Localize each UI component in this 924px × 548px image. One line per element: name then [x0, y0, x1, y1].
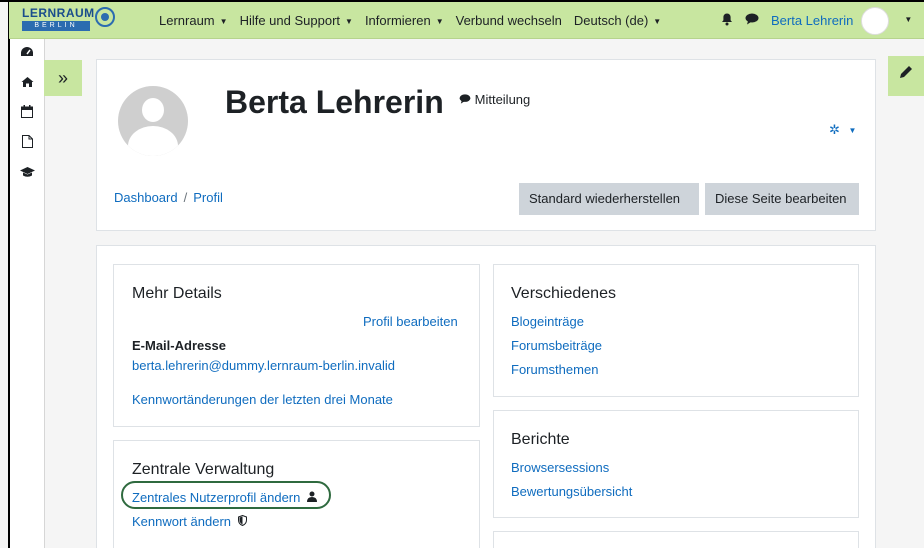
calendar-icon[interactable]: [10, 99, 44, 129]
browser-sessions-link[interactable]: Browsersessions: [511, 460, 609, 475]
admin-title: Zentrale Verwaltung: [132, 461, 275, 478]
lernraum-logo[interactable]: LERNRAUM BERLIN: [22, 6, 115, 34]
edit-profile-link[interactable]: Profil bearbeiten: [363, 314, 458, 329]
details-title: Mehr Details: [132, 285, 222, 302]
forum-topics-link[interactable]: Forumsthemen: [511, 362, 598, 377]
forum-posts-link[interactable]: Forumsbeiträge: [511, 338, 602, 353]
dashboard-icon[interactable]: [10, 39, 44, 69]
email-label: E-Mail-Adresse: [132, 338, 226, 353]
left-sidebar: [10, 39, 45, 548]
reports-card: Berichte Browsersessions Bewertungsübers…: [493, 410, 859, 518]
logo-text: LERNRAUM: [22, 6, 95, 20]
file-icon[interactable]: [10, 129, 44, 159]
change-password-label: Kennwort ändern: [132, 514, 232, 529]
graduation-cap-icon[interactable]: [10, 159, 44, 189]
menu-hilfe-und-support[interactable]: Hilfe und Support ▼: [240, 13, 353, 28]
caret-down-icon: ▼: [345, 17, 353, 26]
home-icon[interactable]: [10, 69, 44, 99]
caret-down-icon[interactable]: ▼: [904, 15, 912, 24]
details-card: Mehr Details Profil bearbeiten E-Mail-Ad…: [113, 264, 480, 427]
misc-card: Verschiedenes Blogeinträge Forumsbeiträg…: [493, 264, 859, 397]
menu-language[interactable]: Deutsch (de) ▼: [574, 13, 661, 28]
chevron-double-right-icon: »: [57, 68, 68, 88]
page-header: Berta Lehrerin Mitteilung ✲ ▼ Dashboard /…: [96, 59, 876, 231]
settings-menu[interactable]: ✲ ▼: [829, 122, 856, 138]
message-label: Mitteilung: [474, 92, 531, 107]
bell-icon[interactable]: [721, 13, 733, 29]
avatar-body: [128, 126, 178, 156]
breadcrumb: Dashboard / Profil: [114, 190, 223, 205]
edit-page-button[interactable]: Diese Seite bearbeiten: [705, 183, 859, 215]
grades-overview-link[interactable]: Bewertungsübersicht: [511, 484, 632, 499]
caret-down-icon: ▼: [435, 17, 444, 26]
menu-informieren[interactable]: Informieren ▼: [365, 13, 444, 28]
page-title: Berta Lehrerin: [225, 84, 444, 120]
reset-page-button[interactable]: Standard wiederherstellen: [519, 183, 699, 215]
reports-title: Berichte: [511, 431, 570, 448]
main-menu: Lernraum ▼ Hilfe und Support ▼ Informieren…: [159, 2, 673, 39]
change-password-link[interactable]: Kennwort ändern: [132, 514, 247, 529]
top-navbar: LERNRAUM BERLIN Lernraum ▼ Hilfe und Supp…: [9, 2, 924, 39]
logo-subtext: BERLIN: [22, 21, 90, 31]
profile-avatar[interactable]: [118, 86, 188, 156]
shield-icon: [237, 514, 247, 527]
caret-down-icon: ▼: [848, 126, 857, 135]
message-link[interactable]: Mitteilung: [459, 92, 530, 107]
comment-icon[interactable]: [745, 13, 759, 28]
breadcrumb-dashboard[interactable]: Dashboard: [114, 190, 178, 205]
pencil-icon: [900, 66, 912, 78]
avatar[interactable]: [861, 6, 890, 35]
menu-lernraum[interactable]: Lernraum ▼: [159, 13, 228, 28]
breadcrumb-separator: /: [183, 190, 188, 205]
password-changes-link[interactable]: Kennwortänderungen der letzten drei Mona…: [132, 392, 393, 407]
gear-icon: ✲: [829, 122, 840, 137]
menu-verbund-wechseln[interactable]: Verbund wechseln: [456, 13, 562, 28]
avatar-head: [142, 98, 164, 122]
caret-down-icon: ▼: [653, 17, 662, 26]
user-menu-name[interactable]: Berta Lehrerin: [771, 13, 853, 28]
next-card: [493, 531, 859, 548]
user-nav: Berta Lehrerin ▼: [721, 2, 912, 39]
email-link[interactable]: berta.lehrerin@dummy.lernraum-berlin.inv…: [132, 358, 395, 373]
misc-title: Verschiedenes: [511, 285, 616, 302]
edit-mode-button[interactable]: [888, 56, 924, 96]
drawer-toggle-button[interactable]: »: [44, 60, 82, 96]
highlight-circle: [121, 481, 331, 509]
caret-down-icon: ▼: [219, 17, 228, 26]
comment-icon: [459, 94, 471, 104]
breadcrumb-profil[interactable]: Profil: [193, 190, 223, 205]
blog-entries-link[interactable]: Blogeinträge: [511, 314, 584, 329]
globe-icon: [95, 7, 115, 27]
